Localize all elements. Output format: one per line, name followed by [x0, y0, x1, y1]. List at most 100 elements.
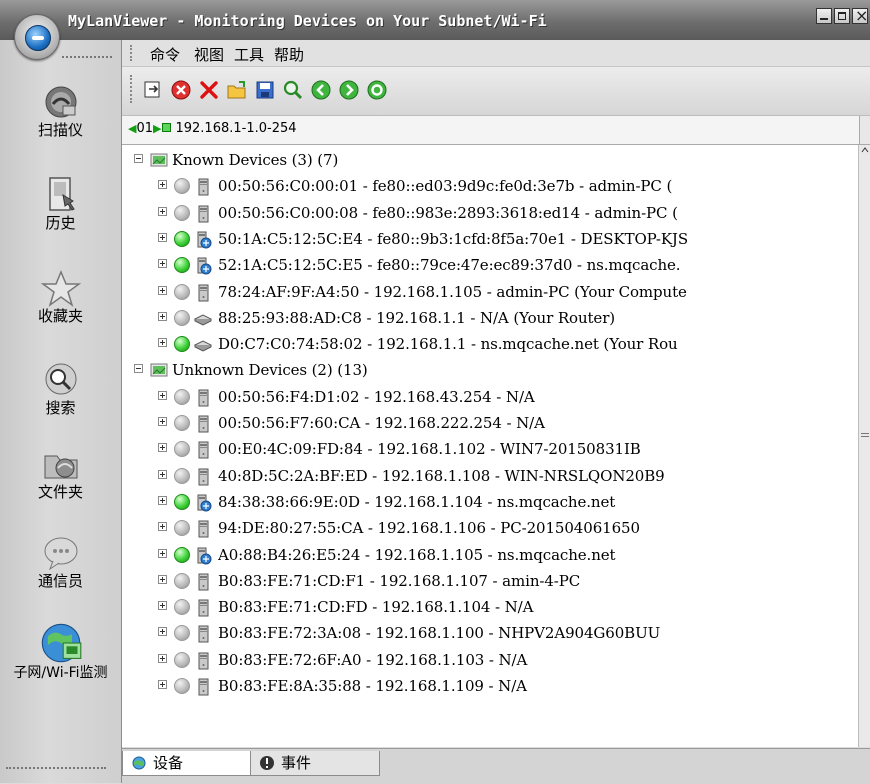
sidebar-item-scanner[interactable]: 扫描仪 [0, 82, 121, 139]
device-label: B0:83:FE:72:6F:A0 - 192.168.1.103 - N/A [218, 650, 528, 669]
title-bar[interactable]: MyLanViewer - Monitoring Devices on Your… [0, 0, 870, 41]
device-row[interactable]: 00:E0:4C:09:FD:84 - 192.168.1.102 - WIN7… [122, 436, 858, 462]
address-breadcrumb[interactable]: ◀01▶ 192.168.1-1.0-254 [128, 121, 297, 136]
computer-icon [194, 284, 212, 302]
expand-toggle[interactable] [158, 601, 167, 611]
offline-status-icon [174, 309, 190, 326]
device-row[interactable]: 94:DE:80:27:55:CA - 192.168.1.106 - PC-2… [122, 515, 858, 541]
online-status-icon [174, 546, 190, 563]
tab-events[interactable]: 事件 [250, 751, 380, 776]
expand-toggle[interactable] [158, 548, 167, 558]
sidebar-item-search[interactable]: 搜索 [0, 360, 121, 417]
expand-toggle[interactable] [158, 522, 167, 532]
expand-toggle[interactable] [158, 259, 167, 269]
device-row[interactable]: B0:83:FE:71:CD:F1 - 192.168.1.107 - amin… [122, 568, 858, 594]
app-menu-orb[interactable] [14, 14, 60, 60]
expand-toggle[interactable] [158, 311, 167, 321]
stop-button[interactable] [170, 79, 192, 101]
expand-toggle[interactable] [158, 338, 167, 348]
device-label: B0:83:FE:71:CD:FD - 192.168.1.104 - N/A [218, 598, 534, 617]
device-row[interactable]: B0:83:FE:72:6F:A0 - 192.168.1.103 - N/A [122, 647, 858, 673]
device-row[interactable]: B0:83:FE:8A:35:88 - 192.168.1.109 - N/A [122, 673, 858, 699]
device-label: 00:50:56:F4:D1:02 - 192.168.43.254 - N/A [218, 387, 535, 406]
collapse-toggle[interactable] [134, 154, 143, 163]
menu-view[interactable]: 视图 [192, 44, 226, 65]
expand-toggle[interactable] [158, 206, 167, 216]
device-row[interactable]: 00:50:56:C0:00:08 - fe80::983e:2893:3618… [122, 200, 858, 226]
menu-tools[interactable]: 工具 [232, 44, 266, 65]
menu-help[interactable]: 帮助 [272, 44, 306, 65]
sidebar-grip-top [62, 56, 112, 58]
sidebar-item-favorites[interactable]: 收藏夹 [0, 268, 121, 325]
expand-toggle[interactable] [158, 680, 167, 689]
expand-toggle[interactable] [158, 469, 167, 479]
save-button[interactable] [254, 79, 276, 101]
expand-toggle[interactable] [158, 285, 167, 295]
device-row[interactable]: 78:24:AF:9F:A4:50 - 192.168.1.105 - admi… [122, 279, 858, 305]
expand-toggle[interactable] [158, 443, 167, 453]
window-title: MyLanViewer - Monitoring Devices on Your… [68, 12, 547, 30]
expand-toggle[interactable] [158, 417, 167, 426]
device-row[interactable]: 84:38:38:66:9E:0D - 192.168.1.104 - ns.m… [122, 489, 858, 515]
expand-toggle[interactable] [158, 495, 167, 505]
forward-button[interactable] [338, 79, 360, 101]
sidebar-item-folders[interactable]: 文件夹 [0, 444, 121, 501]
expand-toggle[interactable] [158, 574, 167, 584]
tree-group[interactable]: Known Devices (3) (7) [122, 147, 858, 173]
export-icon [144, 81, 160, 98]
device-label: 52:1A:C5:12:5C:E5 - fe80::79ce:47e:ec89:… [218, 256, 681, 275]
device-row[interactable]: A0:88:B4:26:E5:24 - 192.168.1.105 - ns.m… [122, 542, 858, 568]
device-row[interactable]: 88:25:93:88:AD:C8 - 192.168.1.1 - N/A (Y… [122, 305, 858, 331]
collapse-toggle[interactable] [134, 364, 143, 374]
device-label: 78:24:AF:9F:A4:50 - 192.168.1.105 - admi… [218, 282, 687, 301]
open-button[interactable] [226, 79, 248, 101]
device-row[interactable]: B0:83:FE:71:CD:FD - 192.168.1.104 - N/A [122, 594, 858, 620]
device-row[interactable]: B0:83:FE:72:3A:08 - 192.168.1.100 - NHPV… [122, 620, 858, 646]
expand-toggle[interactable] [158, 653, 167, 663]
online-status-icon [174, 493, 190, 510]
device-row[interactable]: 50:1A:C5:12:5C:E4 - fe80::9b3:1cfd:8f5a:… [122, 226, 858, 252]
refresh-button[interactable] [366, 79, 388, 101]
offline-status-icon [174, 599, 190, 616]
export-button[interactable] [142, 79, 164, 101]
find-button[interactable] [282, 79, 304, 101]
device-row[interactable]: 00:50:56:C0:00:01 - fe80::ed03:9d9c:fe0d… [122, 173, 858, 199]
device-group-icon [150, 153, 168, 167]
subnet-icon [162, 123, 172, 132]
device-label: 88:25:93:88:AD:C8 - 192.168.1.1 - N/A (Y… [218, 308, 616, 327]
scroll-up-icon[interactable] [860, 145, 870, 155]
computer-icon [194, 547, 212, 565]
device-row[interactable]: 00:50:56:F7:60:CA - 192.168.222.254 - N/… [122, 410, 858, 436]
sidebar-item-label: 子网/Wi-Fi监测 [13, 665, 108, 681]
delete-button[interactable] [198, 79, 220, 101]
tree-group[interactable]: Unknown Devices (2) (13) [122, 357, 858, 383]
expand-toggle[interactable] [158, 627, 167, 637]
sidebar-item-messenger[interactable]: 通信员 [0, 533, 121, 590]
tab-devices[interactable]: 设备 [122, 751, 252, 776]
address-bar[interactable]: ◀01▶ 192.168.1-1.0-254 [122, 116, 870, 145]
expand-toggle[interactable] [158, 180, 167, 190]
device-row[interactable]: 52:1A:C5:12:5C:E5 - fe80::79ce:47e:ec89:… [122, 252, 858, 278]
device-tree[interactable]: Known Devices (3) (7) 00:50:56:C0:00:01 -… [122, 145, 858, 747]
expand-toggle[interactable] [158, 390, 167, 400]
address-dropdown[interactable] [859, 116, 870, 144]
toolbar-grip [130, 75, 132, 103]
maximize-button[interactable] [834, 8, 850, 24]
device-row[interactable]: 00:50:56:F4:D1:02 - 192.168.43.254 - N/A [122, 384, 858, 410]
sidebar-item-history[interactable]: 历史 [0, 175, 121, 232]
device-row[interactable]: 40:8D:5C:2A:BF:ED - 192.168.1.108 - WIN-… [122, 463, 858, 489]
offline-status-icon [174, 520, 190, 537]
menu-commands[interactable]: 命令 [148, 44, 182, 65]
device-row[interactable]: D0:C7:C0:74:58:02 - 192.168.1.1 - ns.mqc… [122, 331, 858, 357]
vertical-scrollbar[interactable] [858, 145, 870, 747]
minimize-button[interactable] [816, 8, 832, 24]
scroll-thumb-grip[interactable] [861, 433, 869, 437]
close-button[interactable] [852, 6, 868, 25]
sidebar-item-subnet-monitor[interactable]: 子网/Wi-Fi监测 [0, 621, 121, 681]
expand-toggle[interactable] [158, 232, 167, 242]
subnet-monitor-icon [41, 623, 81, 663]
toolbar [122, 67, 870, 116]
device-label: D0:C7:C0:74:58:02 - 192.168.1.1 - ns.mqc… [218, 335, 678, 354]
back-button[interactable] [310, 79, 332, 101]
save-icon [256, 81, 274, 99]
